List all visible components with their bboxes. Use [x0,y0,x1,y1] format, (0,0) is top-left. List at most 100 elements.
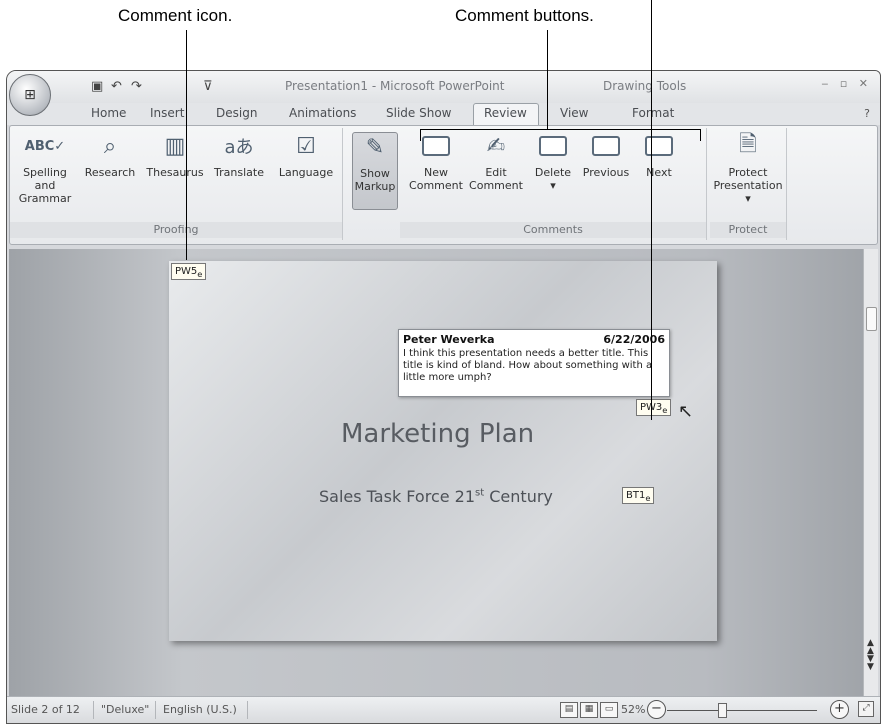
new-comment-button[interactable]: New Comment [406,132,466,192]
protect-group: 🗎 Protect Presentation ▾ Protect [710,128,787,240]
status-separator [93,701,94,719]
next-comment-button[interactable]: Next [636,132,682,179]
comment-marker-pw5[interactable]: PW5e [171,263,207,280]
translate-button[interactable]: aあ Translate [208,132,270,179]
marker-bt1-text: BT1 [626,490,646,501]
ribbon: ABC✓ Spelling and Grammar ⌕ Research ▥ T… [9,125,878,245]
edit-comment-button[interactable]: ✍ Edit Comment [468,132,524,193]
comment-author: Peter Weverka [403,333,495,346]
mouse-pointer-icon: ↖ [678,401,694,422]
comment-marker-bt1[interactable]: BT1e [622,487,655,504]
delete-comment-label: Delete ▾ [534,166,572,192]
zoom-slider-thumb[interactable] [718,703,727,718]
slide-nav-arrows-icon[interactable]: ▲ ▲ ▼ ▼ [867,639,874,672]
tab-home[interactable]: Home [91,106,126,120]
proofing-group: ABC✓ Spelling and Grammar ⌕ Research ▥ T… [10,128,343,240]
slide-canvas[interactable]: PW5e Peter Weverka 6/22/2006 I think thi… [169,261,717,641]
slide-workspace: PW5e Peter Weverka 6/22/2006 I think thi… [9,249,878,697]
undo-icon[interactable]: ↶ [111,79,122,94]
new-comment-label: New Comment [409,166,463,192]
protect-presentation-label: Protect Presentation ▾ [713,166,783,205]
callout-bracket-right [700,129,701,141]
comments-group: ✎ Show Markup New Comment ✍ Edit Comment… [348,128,707,240]
delete-comment-icon [538,132,568,160]
language-icon: ☑ [296,133,316,159]
callout-bracket [420,129,700,130]
vertical-scrollbar[interactable]: ▲ ▲ ▼ ▼ [863,249,878,697]
office-logo-icon[interactable]: ⊞ [9,74,51,116]
tab-design[interactable]: Design [216,106,257,120]
edit-comment-icon: ✍ [486,133,506,159]
marker-pw3-sub: e [662,405,668,415]
title-bar: ▣ ↶ ↷ ⊽ Presentation1 - Microsoft PowerP… [7,71,880,103]
status-separator [155,701,156,719]
zoom-in-icon[interactable]: + [830,700,849,719]
comments-group-label: Comments [400,222,706,238]
slide-sorter-icon[interactable]: ▦ [580,702,598,718]
save-icon[interactable]: ▣ [91,79,103,94]
tab-insert[interactable]: Insert [150,106,184,120]
powerpoint-window: ▣ ↶ ↷ ⊽ Presentation1 - Microsoft PowerP… [6,70,881,724]
protect-presentation-icon: 🗎 [739,132,757,157]
comment-date: 6/22/2006 [603,333,665,346]
research-label: Research [84,166,136,179]
callout-bracket-left [420,129,421,141]
tab-view[interactable]: View [560,106,588,120]
tab-slide-show[interactable]: Slide Show [386,106,451,120]
thesaurus-label: Thesaurus [146,166,204,179]
fit-to-window-icon[interactable]: ⤢ [858,701,874,717]
callout-line-marker [651,0,652,420]
thesaurus-button[interactable]: ▥ Thesaurus [144,132,206,180]
callout-comment-icon: Comment icon. [118,6,233,25]
tab-animations[interactable]: Animations [289,106,356,120]
scrollbar-thumb[interactable] [866,307,877,331]
next-comment-label: Next [646,166,672,179]
status-bar: Slide 2 of 12 "Deluxe" English (U.S.) ▤ … [7,696,880,723]
proofing-group-label: Proofing [10,222,342,238]
language-button[interactable]: ☑ Language [274,132,338,180]
spelling-grammar-button[interactable]: ABC✓ Spelling and Grammar [12,132,78,206]
customize-icon[interactable]: ⊽ [203,79,213,94]
spelling-check-icon: ABC✓ [24,138,66,154]
marker-pw5-text: PW5 [175,266,198,277]
research-button[interactable]: ⌕ Research [80,132,140,180]
window-controls[interactable]: ‒ ▫ ✕ [821,77,872,90]
comment-marker-pw3[interactable]: PW3e [636,399,672,416]
zoom-level[interactable]: 52% [621,703,645,716]
edit-comment-label: Edit Comment [469,166,523,192]
previous-comment-button[interactable]: Previous [580,132,632,179]
status-separator [247,701,248,719]
marker-pw5-sub: e [197,269,203,279]
zoom-out-icon[interactable]: − [647,700,666,719]
subtitle-superscript: st [475,487,485,499]
comment-popup: Peter Weverka 6/22/2006 I think this pre… [398,329,670,397]
delete-comment-button[interactable]: Delete ▾ [528,132,578,192]
callout-line-icon [186,30,187,260]
translate-label: Translate [214,166,264,179]
protect-presentation-button[interactable]: 🗎 Protect Presentation ▾ [712,132,784,205]
tab-review[interactable]: Review [484,106,527,120]
research-icon: ⌕ [103,133,117,159]
redo-icon[interactable]: ↷ [131,79,142,94]
normal-view-icon[interactable]: ▤ [560,702,578,718]
marker-bt1-sub: e [645,493,651,503]
tab-format[interactable]: Format [632,106,674,120]
slide-subtitle[interactable]: Sales Task Force 21st Century [319,487,553,506]
protect-group-label: Protect [710,222,786,238]
subtitle-prefix: Sales Task Force 21 [319,487,476,506]
show-markup-label: Show Markup [354,167,396,193]
previous-comment-icon [591,132,621,160]
show-markup-button[interactable]: ✎ Show Markup [352,132,398,210]
help-icon[interactable]: ? [864,107,870,120]
language-status[interactable]: English (U.S.) [163,703,237,716]
context-tab-title: Drawing Tools [603,79,687,93]
document-title: Presentation1 - Microsoft PowerPoint [285,79,505,93]
language-label: Language [278,166,334,179]
subtitle-suffix: Century [484,487,553,506]
previous-comment-label: Previous [582,166,630,179]
comment-text: I think this presentation needs a better… [403,348,653,383]
slideshow-view-icon[interactable]: ▭ [600,702,618,718]
slide-title[interactable]: Marketing Plan [341,419,534,449]
zoom-slider[interactable] [667,710,817,711]
theme-name: "Deluxe" [101,703,150,716]
